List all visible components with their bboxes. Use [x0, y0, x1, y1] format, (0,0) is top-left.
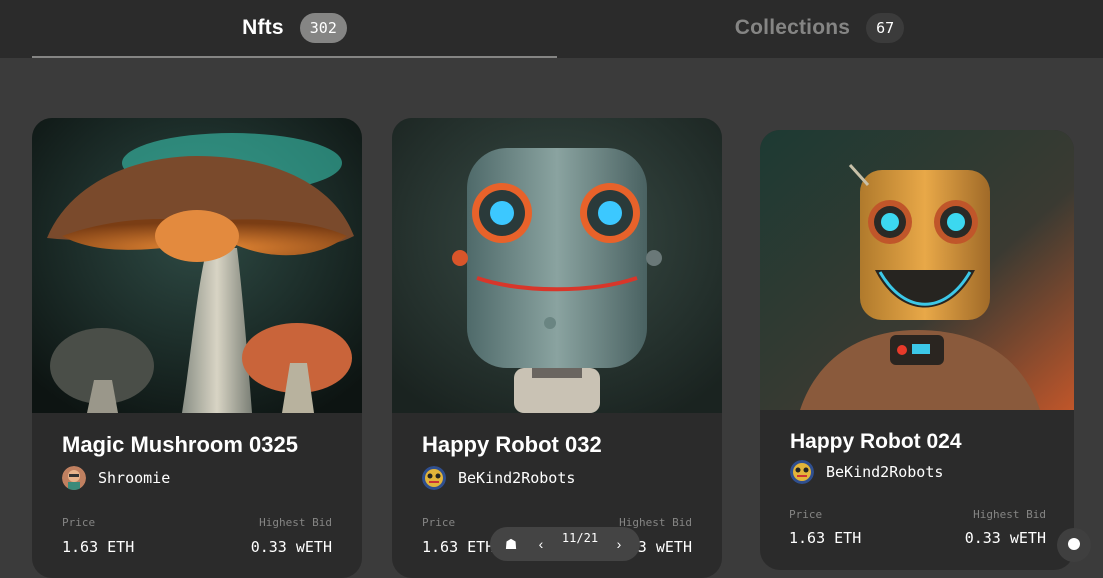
- chat-button[interactable]: [1057, 528, 1091, 562]
- tab-bar: Nfts 302 Collections 67: [0, 0, 1103, 58]
- artist-avatar: [62, 466, 86, 490]
- nft-image-robot-032: [392, 118, 722, 413]
- page-indicator: 11/21: [561, 531, 599, 545]
- nft-card[interactable]: Happy Robot 032 BeKind2Robots Price High…: [392, 118, 722, 578]
- price-value: 1.63 ETH: [422, 538, 495, 556]
- page-navigator: ☗ ‹ 11/21 ›: [490, 527, 640, 561]
- price-label: Price: [422, 516, 456, 529]
- highest-bid-value: 0.33 wETH: [250, 538, 332, 556]
- artist-row[interactable]: BeKind2Robots: [790, 460, 943, 484]
- price-label: Price: [789, 508, 823, 521]
- nft-title[interactable]: Happy Robot 032: [422, 432, 602, 458]
- artist-name: Shroomie: [98, 469, 171, 487]
- artist-avatar: [790, 460, 814, 484]
- artist-row[interactable]: BeKind2Robots: [422, 466, 575, 490]
- chat-icon: [1068, 538, 1080, 550]
- artist-name: BeKind2Robots: [458, 469, 576, 487]
- tab-collections-count: 67: [866, 13, 905, 43]
- nft-card[interactable]: Happy Robot 024 BeKind2Robots Price High…: [760, 130, 1074, 570]
- nft-image-robot-024: [760, 130, 1074, 410]
- highest-bid-label: Highest Bid: [973, 508, 1046, 521]
- price-value: 1.63 ETH: [62, 538, 135, 556]
- artist-name: BeKind2Robots: [826, 463, 944, 481]
- nft-card[interactable]: Magic Mushroom 0325 Shroomie Price Highe…: [32, 118, 362, 578]
- highest-bid-label: Highest Bid: [259, 516, 332, 529]
- tab-collections-label: Collections: [734, 16, 851, 39]
- tab-nfts-label: Nfts: [242, 16, 284, 39]
- nft-image-mushroom: [32, 118, 362, 413]
- highest-bid-value: 0.33 wETH: [964, 529, 1046, 547]
- tab-nfts-count: 302: [299, 13, 347, 43]
- artist-row[interactable]: Shroomie: [62, 466, 170, 490]
- tab-nfts[interactable]: Nfts 302: [32, 0, 557, 58]
- nft-title[interactable]: Happy Robot 024: [790, 430, 962, 454]
- tab-collections[interactable]: Collections 67: [557, 0, 1082, 56]
- price-value: 1.63 ETH: [789, 529, 862, 547]
- nft-title[interactable]: Magic Mushroom 0325: [62, 432, 298, 458]
- artist-avatar: [422, 466, 446, 490]
- price-label: Price: [62, 516, 96, 529]
- highest-bid-label: Highest Bid: [619, 516, 692, 529]
